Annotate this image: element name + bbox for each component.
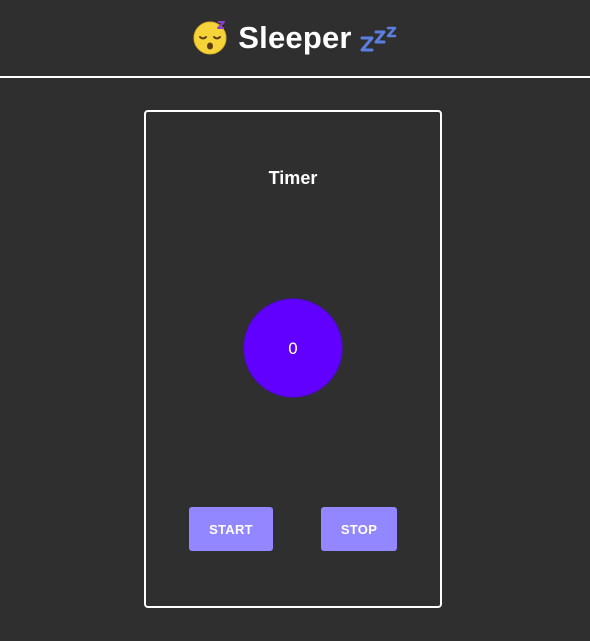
app-title-text: Sleeper	[238, 20, 352, 55]
start-button[interactable]: START	[189, 507, 273, 551]
timer-count: 0	[287, 338, 299, 358]
app-title: Sleeper	[0, 16, 590, 60]
timer-card: Timer 0 START STOP	[144, 110, 442, 608]
timer-title: Timer	[268, 168, 318, 188]
sleeping-face-icon	[192, 19, 228, 55]
stop-button[interactable]: STOP	[321, 507, 397, 551]
zzz-icon	[360, 22, 398, 52]
timer-count-display: 0	[243, 298, 343, 398]
app-header: Sleeper	[0, 0, 590, 78]
